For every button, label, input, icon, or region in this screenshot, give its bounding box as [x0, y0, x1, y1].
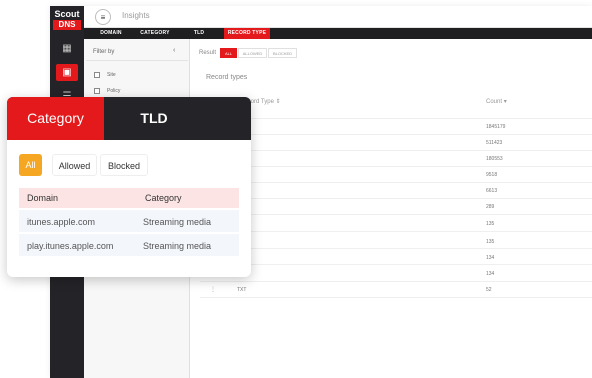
count-cell: 135	[486, 239, 495, 245]
record-types-title: Record types	[206, 74, 248, 81]
table-row	[200, 214, 592, 215]
table-row	[200, 198, 592, 199]
domain-cell: itunes.apple.com	[27, 217, 96, 227]
domain-cell: play.itunes.apple.com	[27, 241, 114, 251]
filter-option-site: Site	[107, 72, 116, 78]
segment-all-button[interactable]: All	[19, 154, 42, 176]
menu-button[interactable]: ≡	[95, 9, 111, 25]
result-label: Result	[199, 50, 217, 56]
rail-report-button[interactable]: ▣	[56, 64, 78, 81]
category-cell: Streaming media	[143, 217, 212, 227]
segment-blocked-button[interactable]: Blocked	[100, 154, 148, 176]
count-cell: 180553	[486, 156, 503, 162]
count-cell: 511423	[486, 140, 503, 146]
filter-checkbox-policy[interactable]	[94, 88, 100, 94]
category-column-header: Category	[145, 193, 182, 203]
table-row	[200, 281, 592, 282]
sort-icon: ⇕	[275, 99, 281, 105]
filter-option-policy: Policy	[107, 88, 121, 94]
count-cell: 135	[486, 221, 495, 227]
table-row	[200, 248, 592, 249]
filter-title: Filter by	[93, 49, 115, 55]
count-cell: 134	[486, 271, 495, 277]
scout-dns-logo[interactable]: Scout DNS	[50, 6, 84, 33]
card-tab-tld[interactable]: TLD	[104, 97, 204, 140]
count-column-header[interactable]: Count ▾	[486, 98, 507, 105]
menu-icon: ≡	[100, 12, 106, 22]
stage: Scout DNS ▦ ▣ ☰ ≡ Insights DOMAIN CATEGO…	[0, 0, 592, 378]
record-type-cell: TXT	[237, 287, 247, 293]
top-bar	[84, 6, 592, 28]
count-cell: 134	[486, 255, 495, 261]
table-row	[200, 150, 592, 151]
count-cell: 289	[486, 204, 495, 210]
count-header-label: Count	[486, 99, 503, 105]
count-cell: 52	[486, 287, 492, 293]
logo-line2: DNS	[53, 20, 81, 30]
sort-desc-icon: ▾	[503, 99, 507, 105]
rail-dashboard-button[interactable]: ▦	[56, 40, 78, 57]
category-cell: Streaming media	[143, 241, 212, 251]
table-row	[200, 166, 592, 167]
breadcrumb: Insights	[122, 11, 150, 20]
table-row	[200, 231, 592, 232]
table-row	[200, 264, 592, 265]
collapse-chevron-icon[interactable]: ‹	[173, 47, 175, 54]
tab-tld[interactable]: TLD	[188, 28, 210, 39]
tab-category[interactable]: CATEGORY	[138, 28, 172, 39]
count-cell: 6613	[486, 188, 498, 194]
report-icon: ▣	[62, 66, 72, 78]
category-popup-card: Category TLD All Allowed Blocked Domain …	[7, 97, 251, 277]
table-row	[200, 134, 592, 135]
segment-allowed-button[interactable]: Allowed	[52, 154, 97, 176]
count-cell: 1845179	[486, 124, 506, 130]
dashboard-icon: ▦	[62, 42, 72, 54]
filter-divider	[86, 60, 188, 61]
table-row	[200, 182, 592, 183]
drag-handle-icon[interactable]: ⋮	[210, 286, 216, 293]
table-row	[200, 118, 592, 119]
table-row	[200, 297, 592, 298]
logo-line1: Scout	[54, 9, 80, 19]
result-blocked-button[interactable]: BLOCKED	[268, 48, 297, 58]
result-allowed-button[interactable]: ALLOWED	[238, 48, 267, 58]
domain-column-header: Domain	[27, 193, 59, 203]
result-all-button[interactable]: ALL	[220, 48, 237, 58]
tab-record-type[interactable]: RECORD TYPE	[224, 28, 270, 39]
filter-checkbox-site[interactable]	[94, 72, 100, 78]
count-cell: 9518	[486, 172, 498, 178]
tab-domain[interactable]: DOMAIN	[96, 28, 126, 39]
card-tab-category[interactable]: Category	[7, 97, 104, 140]
